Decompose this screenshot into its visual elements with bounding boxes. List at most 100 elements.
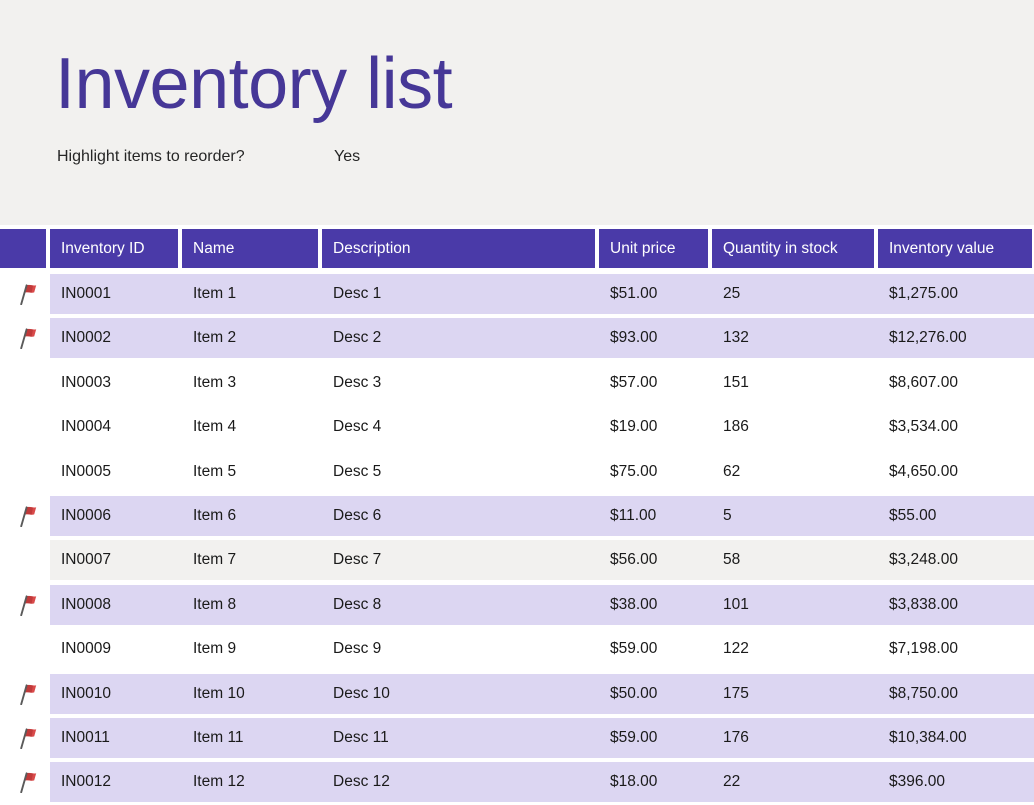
cell-name[interactable]: Item 7	[182, 538, 320, 582]
cell-qty[interactable]: 132	[712, 316, 876, 360]
cell-qty[interactable]: 62	[712, 450, 876, 494]
cell-value[interactable]: $55.00	[878, 494, 1034, 538]
cell-price[interactable]: $57.00	[599, 361, 710, 405]
column-header-qty[interactable]: Quantity in stock	[712, 229, 874, 268]
cell-id[interactable]: IN0008	[50, 583, 180, 627]
cell-value[interactable]: $3,248.00	[878, 538, 1034, 582]
cell-id[interactable]: IN0011	[50, 716, 180, 760]
cell-value[interactable]: $7,198.00	[878, 627, 1034, 671]
cell-value[interactable]: $3,838.00	[878, 583, 1034, 627]
cell-qty[interactable]: 58	[712, 538, 876, 582]
cell-id[interactable]: IN0003	[50, 361, 180, 405]
cell-qty[interactable]: 25	[712, 272, 876, 316]
cell-desc[interactable]: Desc 7	[322, 538, 597, 582]
cell-desc[interactable]: Desc 2	[322, 316, 597, 360]
table-row[interactable]: IN0003Item 3Desc 3$57.00151$8,607.00	[0, 361, 1034, 405]
table-row[interactable]: IN0011Item 11Desc 11$59.00176$10,384.00	[0, 716, 1034, 760]
cell-id[interactable]: IN0010	[50, 672, 180, 716]
cell-id[interactable]: IN0005	[50, 450, 180, 494]
table-row[interactable]: IN0012Item 12Desc 12$18.0022$396.00	[0, 760, 1034, 804]
cell-value[interactable]: $1,275.00	[878, 272, 1034, 316]
cell-desc[interactable]: Desc 5	[322, 450, 597, 494]
cell-price[interactable]: $11.00	[599, 494, 710, 538]
cell-desc[interactable]: Desc 6	[322, 494, 597, 538]
table-row[interactable]: IN0009Item 9Desc 9$59.00122$7,198.00	[0, 627, 1034, 671]
cell-qty[interactable]: 175	[712, 672, 876, 716]
cell-value[interactable]: $8,607.00	[878, 361, 1034, 405]
column-header-flag[interactable]	[0, 229, 46, 268]
inventory-table: Inventory IDNameDescriptionUnit priceQua…	[0, 225, 1034, 800]
cell-price[interactable]: $18.00	[599, 760, 710, 804]
cell-desc[interactable]: Desc 12	[322, 760, 597, 804]
cell-id[interactable]: IN0004	[50, 405, 180, 449]
cell-qty[interactable]: 101	[712, 583, 876, 627]
cell-id[interactable]: IN0001	[50, 272, 180, 316]
column-header-price[interactable]: Unit price	[599, 229, 708, 268]
cell-desc[interactable]: Desc 8	[322, 583, 597, 627]
table-row[interactable]: IN0004Item 4Desc 4$19.00186$3,534.00	[0, 405, 1034, 449]
cell-value[interactable]: $3,534.00	[878, 405, 1034, 449]
cell-value[interactable]: $12,276.00	[878, 316, 1034, 360]
cell-desc[interactable]: Desc 9	[322, 627, 597, 671]
cell-name[interactable]: Item 5	[182, 450, 320, 494]
cell-qty[interactable]: 186	[712, 405, 876, 449]
cell-qty[interactable]: 176	[712, 716, 876, 760]
reorder-flag-cell	[0, 272, 50, 316]
reorder-flag-cell	[0, 316, 50, 360]
column-header-id[interactable]: Inventory ID	[50, 229, 178, 268]
cell-name[interactable]: Item 4	[182, 405, 320, 449]
cell-value[interactable]: $4,650.00	[878, 450, 1034, 494]
cell-id[interactable]: IN0002	[50, 316, 180, 360]
column-header-value[interactable]: Inventory value	[878, 229, 1032, 268]
cell-id[interactable]: IN0006	[50, 494, 180, 538]
cell-name[interactable]: Item 8	[182, 583, 320, 627]
cell-name[interactable]: Item 1	[182, 272, 320, 316]
cell-value[interactable]: $396.00	[878, 760, 1034, 804]
cell-value[interactable]: $10,384.00	[878, 716, 1034, 760]
table-row[interactable]: IN0001Item 1Desc 1$51.0025$1,275.00	[0, 272, 1034, 316]
cell-desc[interactable]: Desc 3	[322, 361, 597, 405]
table-row[interactable]: IN0008Item 8Desc 8$38.00101$3,838.00	[0, 583, 1034, 627]
cell-desc[interactable]: Desc 4	[322, 405, 597, 449]
red-flag-icon	[18, 505, 38, 527]
cell-price[interactable]: $59.00	[599, 716, 710, 760]
cell-price[interactable]: $19.00	[599, 405, 710, 449]
cell-price[interactable]: $93.00	[599, 316, 710, 360]
cell-value[interactable]: $8,750.00	[878, 672, 1034, 716]
cell-name[interactable]: Item 3	[182, 361, 320, 405]
table-header-row: Inventory IDNameDescriptionUnit priceQua…	[0, 225, 1034, 272]
column-header-desc[interactable]: Description	[322, 229, 595, 268]
cell-name[interactable]: Item 12	[182, 760, 320, 804]
cell-id[interactable]: IN0007	[50, 538, 180, 582]
cell-name[interactable]: Item 11	[182, 716, 320, 760]
cell-price[interactable]: $51.00	[599, 272, 710, 316]
column-header-name[interactable]: Name	[182, 229, 318, 268]
cell-id[interactable]: IN0012	[50, 760, 180, 804]
table-row[interactable]: IN0007Item 7Desc 7$56.0058$3,248.00	[0, 538, 1034, 582]
table-row[interactable]: IN0010Item 10Desc 10$50.00175$8,750.00	[0, 672, 1034, 716]
cell-qty[interactable]: 5	[712, 494, 876, 538]
reorder-flag-cell	[0, 494, 50, 538]
table-row[interactable]: IN0005Item 5Desc 5$75.0062$4,650.00	[0, 450, 1034, 494]
cell-name[interactable]: Item 2	[182, 316, 320, 360]
reorder-flag-cell	[0, 583, 50, 627]
cell-name[interactable]: Item 10	[182, 672, 320, 716]
cell-price[interactable]: $50.00	[599, 672, 710, 716]
table-row[interactable]: IN0002Item 2Desc 2$93.00132$12,276.00	[0, 316, 1034, 360]
cell-price[interactable]: $75.00	[599, 450, 710, 494]
cell-qty[interactable]: 22	[712, 760, 876, 804]
table-row[interactable]: IN0006Item 6Desc 6$11.005$55.00	[0, 494, 1034, 538]
cell-price[interactable]: $56.00	[599, 538, 710, 582]
cell-qty[interactable]: 151	[712, 361, 876, 405]
reorder-value-dropdown[interactable]: Yes	[334, 148, 360, 166]
cell-qty[interactable]: 122	[712, 627, 876, 671]
cell-name[interactable]: Item 6	[182, 494, 320, 538]
cell-price[interactable]: $38.00	[599, 583, 710, 627]
cell-desc[interactable]: Desc 10	[322, 672, 597, 716]
red-flag-icon	[18, 327, 38, 349]
cell-price[interactable]: $59.00	[599, 627, 710, 671]
cell-desc[interactable]: Desc 1	[322, 272, 597, 316]
cell-id[interactable]: IN0009	[50, 627, 180, 671]
cell-name[interactable]: Item 9	[182, 627, 320, 671]
cell-desc[interactable]: Desc 11	[322, 716, 597, 760]
